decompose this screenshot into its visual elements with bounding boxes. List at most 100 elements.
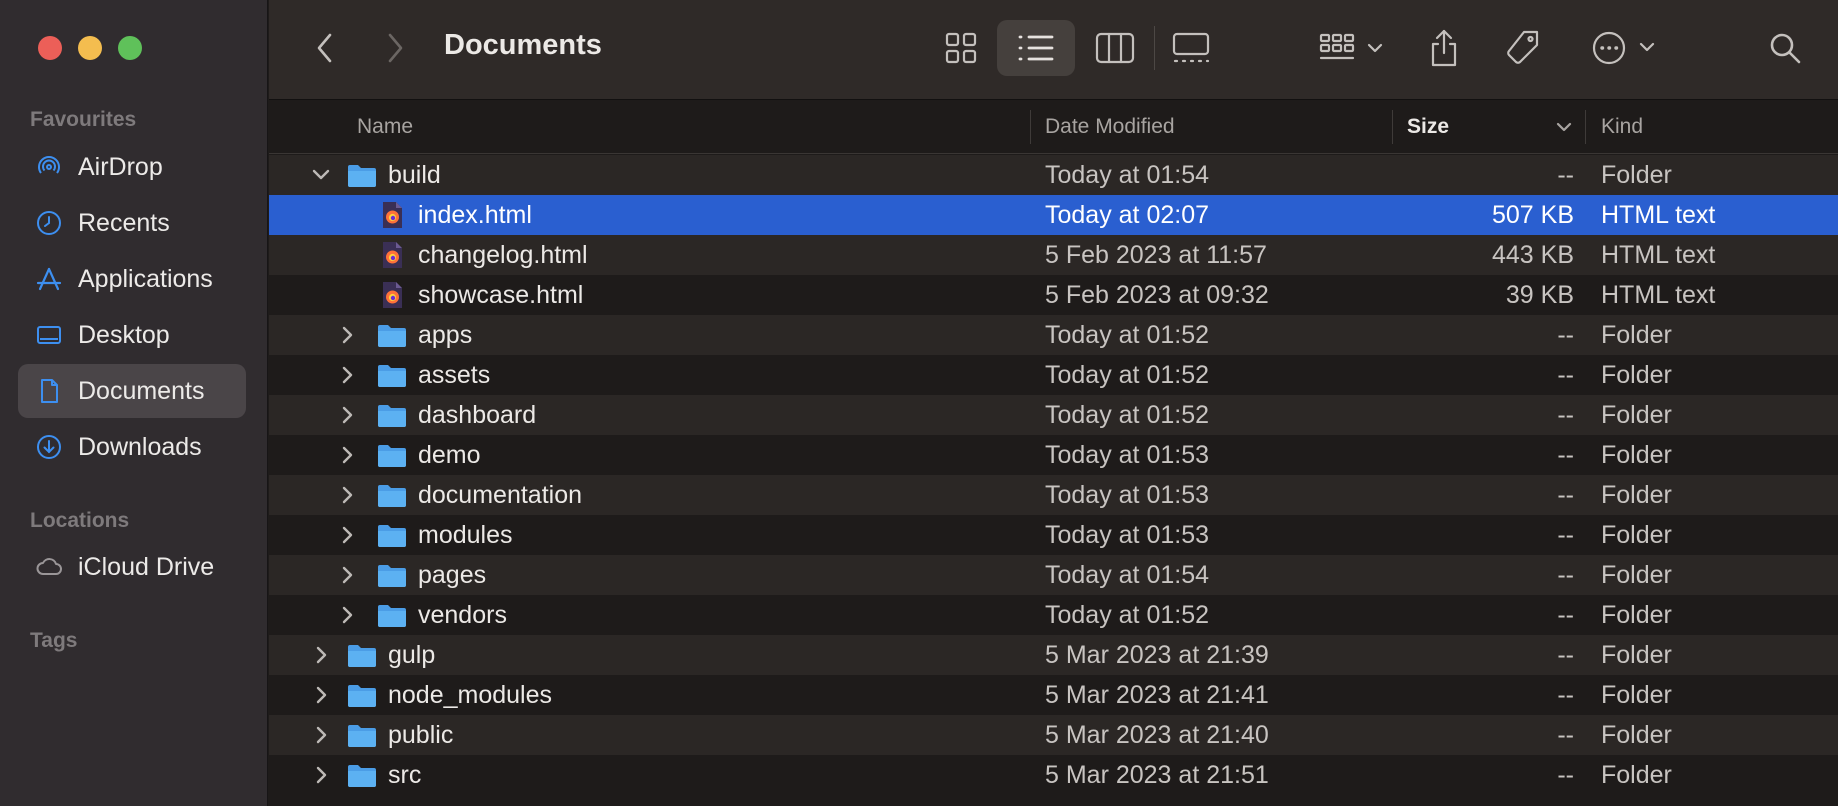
date-modified: Today at 01:53 (1045, 521, 1210, 549)
file-row[interactable]: changelog.html 5 Feb 2023 at 11:57 443 KB H… (269, 235, 1838, 275)
disclosure-collapsed-icon[interactable] (310, 715, 332, 755)
column-name[interactable]: Name (357, 100, 413, 154)
column-date-modified[interactable]: Date Modified (1045, 100, 1175, 154)
file-list: build Today at 01:54 -- Folder index.html Tod… (269, 155, 1838, 795)
gallery-view-button[interactable] (1163, 22, 1219, 74)
more-actions-button[interactable] (1587, 22, 1667, 74)
html-file-icon (377, 241, 407, 269)
folder-row[interactable]: src 5 Mar 2023 at 21:51 -- Folder (269, 755, 1838, 795)
date-modified: Today at 01:53 (1045, 481, 1210, 509)
column-separator[interactable] (1030, 110, 1031, 144)
file-size: -- (1557, 641, 1574, 669)
file-size: 39 KB (1505, 281, 1574, 309)
toolbar-divider (1154, 26, 1155, 70)
date-modified: Today at 01:53 (1045, 441, 1210, 469)
date-modified: Today at 02:07 (1045, 201, 1210, 229)
folder-row[interactable]: public 5 Mar 2023 at 21:40 -- Folder (269, 715, 1838, 755)
disclosure-collapsed-icon[interactable] (336, 555, 358, 595)
disclosure-collapsed-icon[interactable] (310, 635, 332, 675)
tags-button[interactable] (1497, 22, 1549, 74)
date-modified: Today at 01:52 (1045, 361, 1210, 389)
disclosure-collapsed-icon[interactable] (310, 675, 332, 715)
file-row[interactable]: showcase.html 5 Feb 2023 at 09:32 39 KB HTM… (269, 275, 1838, 315)
folder-row[interactable]: build Today at 01:54 -- Folder (269, 155, 1838, 195)
disclosure-collapsed-icon[interactable] (336, 315, 358, 355)
file-size: 507 KB (1491, 201, 1574, 229)
file-kind: HTML text (1601, 241, 1716, 269)
folder-row[interactable]: demo Today at 01:53 -- Folder (269, 435, 1838, 475)
folder-row[interactable]: dashboard Today at 01:52 -- Folder (269, 395, 1838, 435)
column-separator[interactable] (1392, 110, 1393, 144)
sidebar-item-downloads[interactable]: Downloads (18, 420, 246, 474)
folder-row[interactable]: apps Today at 01:52 -- Folder (269, 315, 1838, 355)
column-separator[interactable] (1585, 110, 1586, 144)
folder-row[interactable]: pages Today at 01:54 -- Folder (269, 555, 1838, 595)
sort-descending-icon[interactable] (1555, 100, 1573, 154)
file-row[interactable]: index.html Today at 02:07 507 KB HTML text (269, 195, 1838, 235)
disclosure-collapsed-icon[interactable] (336, 515, 358, 555)
file-size: -- (1557, 361, 1574, 389)
minimize-button[interactable] (78, 36, 102, 60)
date-modified: 5 Mar 2023 at 21:39 (1045, 641, 1269, 669)
file-kind: Folder (1601, 401, 1672, 429)
disclosure-collapsed-icon[interactable] (336, 395, 358, 435)
folder-icon (377, 401, 407, 429)
disclosure-collapsed-icon[interactable] (336, 435, 358, 475)
file-size: -- (1557, 601, 1574, 629)
sidebar-item-desktop[interactable]: Desktop (18, 308, 246, 362)
share-button[interactable] (1419, 22, 1469, 74)
folder-row[interactable]: vendors Today at 01:52 -- Folder (269, 595, 1838, 635)
tag-icon (1507, 30, 1539, 64)
file-kind: Folder (1601, 481, 1672, 509)
file-size: -- (1557, 761, 1574, 789)
folder-icon (377, 441, 407, 469)
file-name: build (388, 161, 441, 189)
disclosure-expanded-icon[interactable] (310, 155, 332, 195)
zoom-button[interactable] (118, 36, 142, 60)
folder-row[interactable]: gulp 5 Mar 2023 at 21:39 -- Folder (269, 635, 1838, 675)
sidebar-item-icloud-drive[interactable]: iCloud Drive (18, 540, 246, 594)
column-size[interactable]: Size (1407, 100, 1449, 154)
date-modified: Today at 01:52 (1045, 601, 1210, 629)
file-name: dashboard (418, 401, 537, 429)
group-by-button[interactable] (1315, 22, 1393, 74)
sidebar-item-recents[interactable]: Recents (18, 196, 246, 250)
html-file-icon (377, 201, 407, 229)
close-button[interactable] (38, 36, 62, 60)
folder-row[interactable]: modules Today at 01:53 -- Folder (269, 515, 1838, 555)
file-name: vendors (418, 601, 507, 629)
file-size: -- (1557, 561, 1574, 589)
disclosure-collapsed-icon[interactable] (336, 355, 358, 395)
list-view-button[interactable] (997, 20, 1075, 76)
column-header: Name Date Modified Size Kind (269, 100, 1838, 154)
sidebar-item-applications[interactable]: Applications (18, 252, 246, 306)
sidebar-item-airdrop[interactable]: AirDrop (18, 140, 246, 194)
folder-row[interactable]: assets Today at 01:52 -- Folder (269, 355, 1838, 395)
sidebar-item-label: iCloud Drive (78, 552, 215, 581)
columns-icon (1095, 32, 1135, 64)
file-kind: HTML text (1601, 281, 1716, 309)
file-name: pages (418, 561, 487, 589)
html-file-icon (377, 281, 407, 309)
window-controls (38, 36, 142, 60)
column-view-button[interactable] (1087, 22, 1143, 74)
search-button[interactable] (1759, 22, 1811, 74)
date-modified: Today at 01:54 (1045, 561, 1210, 589)
folder-icon (377, 601, 407, 629)
file-kind: Folder (1601, 761, 1672, 789)
disclosure-collapsed-icon[interactable] (336, 475, 358, 515)
column-kind[interactable]: Kind (1601, 100, 1643, 154)
gallery-icon (1172, 32, 1210, 63)
sidebar-item-label: Applications (78, 264, 213, 293)
forward-button[interactable] (375, 28, 415, 68)
file-kind: Folder (1601, 681, 1672, 709)
sidebar-item-documents[interactable]: Documents (18, 364, 246, 418)
sidebar-item-label: Desktop (78, 320, 170, 349)
icon-view-button[interactable] (933, 22, 989, 74)
folder-row[interactable]: documentation Today at 01:53 -- Folder (269, 475, 1838, 515)
folder-row[interactable]: node_modules 5 Mar 2023 at 21:41 -- Folder (269, 675, 1838, 715)
back-button[interactable] (305, 28, 345, 68)
disclosure-collapsed-icon[interactable] (310, 755, 332, 795)
file-kind: Folder (1601, 521, 1672, 549)
disclosure-collapsed-icon[interactable] (336, 595, 358, 635)
